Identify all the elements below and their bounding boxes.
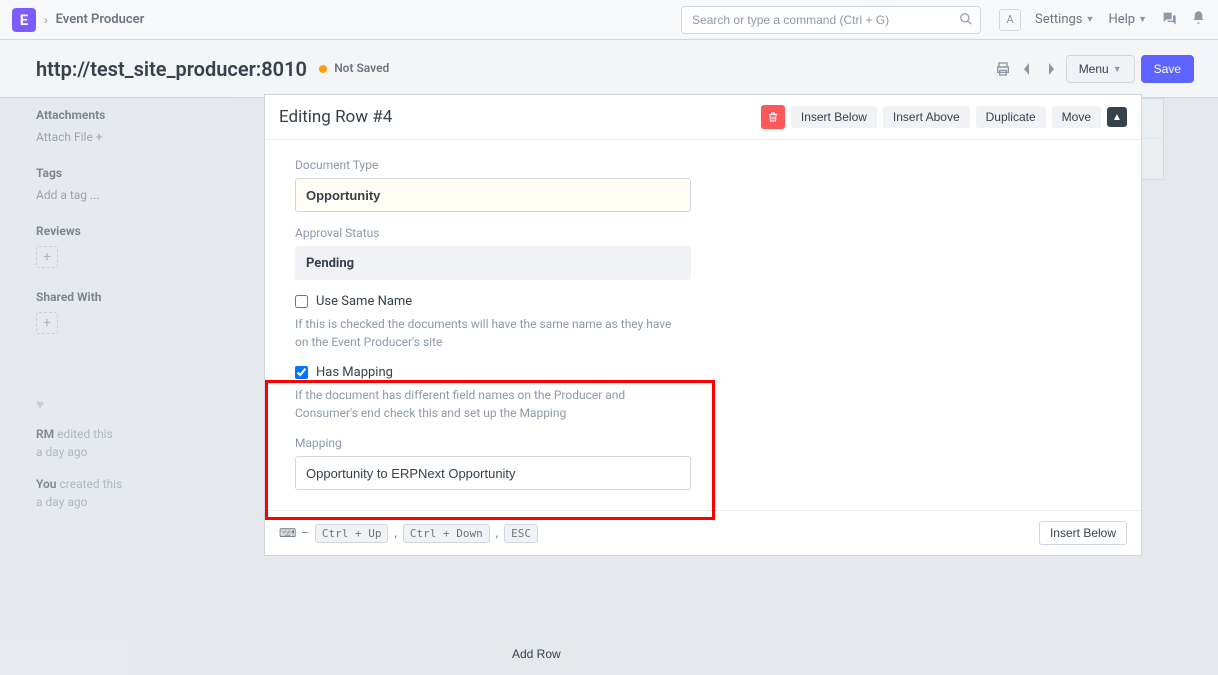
- breadcrumb[interactable]: Event Producer: [56, 12, 145, 27]
- mapping-input[interactable]: [295, 456, 691, 490]
- keyboard-icon: ⌨: [279, 526, 295, 540]
- save-button[interactable]: Save: [1141, 55, 1194, 83]
- print-icon[interactable]: [994, 60, 1012, 78]
- use-same-name-label: Use Same Name: [316, 294, 412, 309]
- chat-icon[interactable]: [1161, 10, 1177, 30]
- move-button[interactable]: Move: [1052, 106, 1101, 128]
- document-type-label: Document Type: [295, 158, 691, 172]
- reviews-title: Reviews: [36, 224, 214, 238]
- insert-above-button[interactable]: Insert Above: [883, 106, 970, 128]
- use-same-name-checkbox[interactable]: [295, 295, 308, 308]
- shared-with-title: Shared With: [36, 290, 214, 304]
- has-mapping-help: If the document has different field name…: [295, 386, 675, 422]
- add-row-button[interactable]: Add Row: [500, 641, 573, 667]
- app-logo[interactable]: E: [12, 8, 36, 32]
- bell-icon[interactable]: [1191, 10, 1206, 29]
- chevron-right-icon: ›: [44, 13, 48, 27]
- has-mapping-checkbox[interactable]: [295, 366, 308, 379]
- settings-link[interactable]: Settings▼: [1035, 12, 1094, 27]
- use-same-name-help: If this is checked the documents will ha…: [295, 315, 675, 351]
- edit-panel-title: Editing Row #4: [279, 107, 761, 127]
- attach-file-link[interactable]: Attach File +: [36, 130, 103, 144]
- status-dot-icon: [319, 65, 327, 73]
- add-tag-link[interactable]: Add a tag ...: [36, 188, 100, 202]
- sidebar: Attachments Attach File + Tags Add a tag…: [0, 98, 236, 675]
- approval-status-value: Pending: [295, 246, 691, 280]
- user-badge[interactable]: A: [999, 9, 1021, 31]
- page-title: http://test_site_producer:8010: [36, 57, 307, 81]
- search-input[interactable]: [681, 6, 981, 34]
- add-review-button[interactable]: +: [36, 246, 58, 268]
- mapping-label: Mapping: [295, 436, 691, 450]
- help-link[interactable]: Help▼: [1108, 12, 1147, 27]
- edit-row-panel: Editing Row #4 Insert Below Insert Above…: [264, 94, 1142, 556]
- timeline-item: RM edited this a day ago: [36, 425, 214, 461]
- next-icon[interactable]: [1042, 60, 1060, 78]
- navbar: E › Event Producer A Settings▼ Help▼: [0, 0, 1218, 40]
- add-share-button[interactable]: +: [36, 312, 58, 334]
- footer-insert-below-button[interactable]: Insert Below: [1039, 521, 1127, 545]
- caret-down-icon: ▼: [1113, 64, 1122, 74]
- delete-row-button[interactable]: [761, 105, 785, 129]
- caret-down-icon: ▼: [1138, 14, 1147, 25]
- has-mapping-label: Has Mapping: [316, 365, 393, 380]
- heart-icon[interactable]: ♥: [36, 396, 214, 413]
- document-type-input[interactable]: [295, 178, 691, 212]
- attachments-title: Attachments: [36, 108, 214, 122]
- status-indicator: Not Saved: [319, 61, 389, 76]
- plus-icon: +: [96, 130, 103, 144]
- insert-below-button[interactable]: Insert Below: [791, 106, 877, 128]
- collapse-button[interactable]: ▲: [1107, 107, 1127, 127]
- timeline-item: You created this a day ago: [36, 475, 214, 511]
- duplicate-button[interactable]: Duplicate: [976, 106, 1046, 128]
- prev-icon[interactable]: [1018, 60, 1036, 78]
- tags-title: Tags: [36, 166, 214, 180]
- page-toolbar: http://test_site_producer:8010 Not Saved…: [0, 40, 1218, 98]
- approval-status-label: Approval Status: [295, 226, 691, 240]
- caret-down-icon: ▼: [1086, 14, 1095, 25]
- menu-button[interactable]: Menu▼: [1066, 55, 1135, 83]
- search-icon[interactable]: [959, 12, 973, 30]
- keyboard-hints: ⌨ – Ctrl + Up, Ctrl + Down, ESC: [279, 524, 538, 543]
